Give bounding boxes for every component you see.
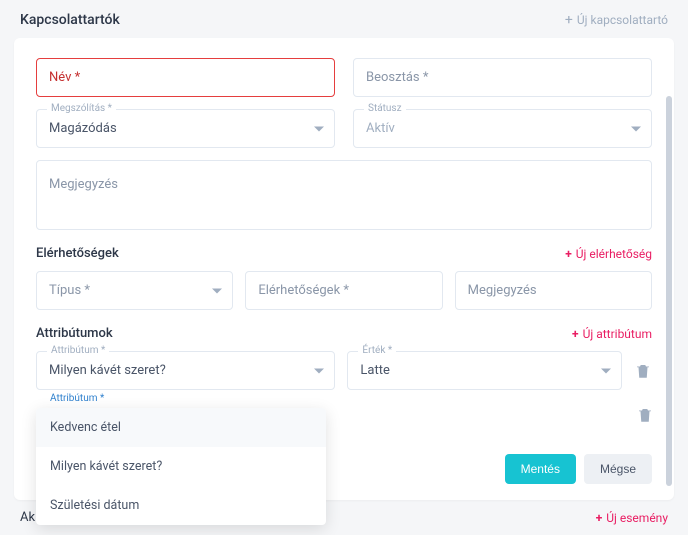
plus-icon: + bbox=[596, 511, 603, 525]
chevron-down-icon bbox=[212, 288, 222, 293]
add-attribute-label: Új attribútum bbox=[583, 327, 652, 341]
contact-note-placeholder: Megjegyzés bbox=[468, 283, 537, 298]
contact-type-select[interactable]: Típus * bbox=[36, 271, 233, 310]
chevron-down-icon bbox=[314, 126, 324, 131]
status-select[interactable]: Státusz Aktív bbox=[353, 109, 652, 148]
add-contact-method-button[interactable]: + Új elérhetőség bbox=[565, 247, 652, 261]
salutation-label: Megszólítás * bbox=[47, 103, 116, 114]
attribute-name-select[interactable]: Attribútum * Milyen kávét szeret? bbox=[36, 351, 335, 390]
chevron-down-icon bbox=[314, 368, 324, 373]
contacts-section-title: Elérhetőségek bbox=[36, 246, 119, 261]
activities-section-title: Ak bbox=[20, 510, 35, 525]
name-field[interactable]: Név * bbox=[36, 58, 335, 97]
chevron-down-icon bbox=[631, 126, 641, 131]
name-placeholder: Név * bbox=[49, 70, 80, 85]
status-label: Státusz bbox=[364, 103, 406, 114]
save-button[interactable]: Mentés bbox=[505, 454, 576, 484]
attribute-name-value: Milyen kávét szeret? bbox=[49, 363, 166, 378]
note-placeholder: Megjegyzés bbox=[49, 177, 118, 192]
plus-icon: + bbox=[572, 327, 579, 341]
attribute-dropdown-menu: Kedvenc étel Milyen kávét szeret? Szület… bbox=[36, 408, 326, 525]
add-event-label: Új esemény bbox=[606, 511, 668, 525]
scrollbar-thumb[interactable] bbox=[666, 96, 672, 486]
attribute-name-label: Attribútum * bbox=[47, 345, 109, 356]
page-title: Kapcsolattartók bbox=[20, 12, 120, 28]
contact-value-field[interactable]: Elérhetőségek * bbox=[245, 271, 442, 310]
attribute-value-label: Érték * bbox=[358, 345, 396, 356]
status-value: Aktív bbox=[366, 121, 395, 136]
plus-icon: + bbox=[565, 247, 572, 261]
cancel-button[interactable]: Mégse bbox=[584, 454, 652, 484]
salutation-select[interactable]: Megszólítás * Magázódás bbox=[36, 109, 335, 148]
note-textarea[interactable]: Megjegyzés bbox=[36, 160, 652, 230]
position-field[interactable]: Beosztás * bbox=[353, 58, 652, 97]
dropdown-option[interactable]: Kedvenc étel bbox=[36, 408, 326, 447]
attribute-value-value: Latte bbox=[360, 363, 389, 378]
attribute-name-label-open: Attribútum * bbox=[46, 393, 108, 404]
contact-form-card: Név * Beosztás * Megszólítás * Magázódás… bbox=[14, 38, 674, 500]
attribute-value-select[interactable]: Érték * Latte bbox=[347, 351, 622, 390]
contact-note-field[interactable]: Megjegyzés bbox=[455, 271, 652, 310]
dropdown-option[interactable]: Születési dátum bbox=[36, 486, 326, 525]
add-contact-label: Új kapcsolattartó bbox=[577, 13, 668, 27]
add-contact-method-label: Új elérhetőség bbox=[576, 247, 652, 261]
contact-type-placeholder: Típus * bbox=[49, 283, 90, 298]
attribute-row: Attribútum * Milyen kávét szeret? Érték … bbox=[36, 351, 652, 390]
trash-icon[interactable] bbox=[636, 406, 654, 424]
dropdown-option[interactable]: Milyen kávét szeret? bbox=[36, 447, 326, 486]
salutation-value: Magázódás bbox=[49, 121, 117, 136]
position-placeholder: Beosztás * bbox=[366, 70, 428, 85]
add-event-button[interactable]: + Új esemény bbox=[596, 511, 668, 525]
plus-icon: + bbox=[565, 12, 573, 28]
add-attribute-button[interactable]: + Új attribútum bbox=[572, 327, 652, 341]
trash-icon[interactable] bbox=[634, 362, 652, 380]
attributes-section-title: Attribútumok bbox=[36, 326, 113, 341]
chevron-down-icon bbox=[601, 368, 611, 373]
add-contact-button[interactable]: + Új kapcsolattartó bbox=[565, 12, 668, 28]
contact-value-placeholder: Elérhetőségek * bbox=[258, 283, 349, 298]
